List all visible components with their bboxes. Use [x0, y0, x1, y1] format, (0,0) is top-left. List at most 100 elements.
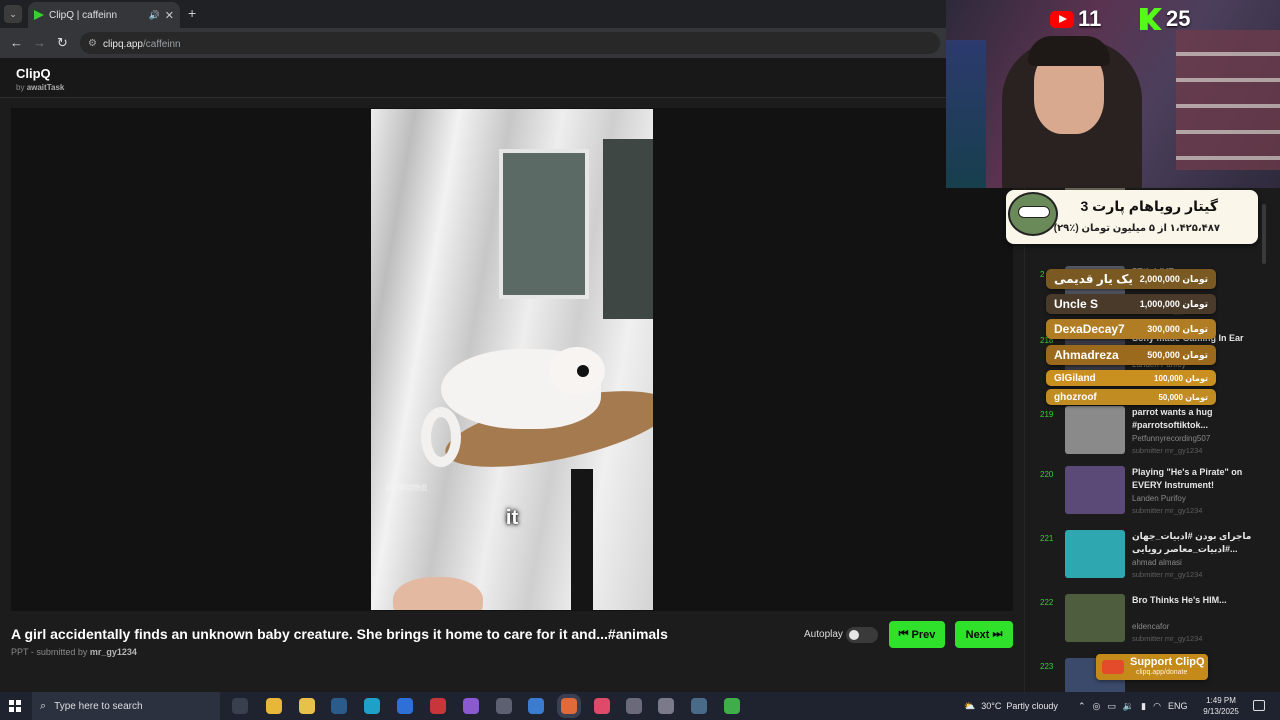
app-gear-icon[interactable]	[658, 698, 674, 714]
chevron-up-icon[interactable]: ⌃	[1078, 701, 1086, 712]
autoplay-toggle[interactable]	[846, 627, 878, 643]
donation-amount: 100,000 تومان	[1154, 373, 1208, 383]
webcam-overlay: 11 25	[946, 0, 1280, 188]
network-icon[interactable]: ▭	[1107, 701, 1116, 712]
youtube-count: 11	[1078, 6, 1102, 31]
chrome-icon[interactable]	[266, 698, 282, 714]
address-bar[interactable]: ⚙ clipq.app/caffeinn	[80, 32, 940, 54]
donation-goal: گیتار رویاهام پارت 3 ۱،۴۲۵،۴۸۷ از ۵ میلی…	[1006, 190, 1258, 244]
playlist-item[interactable]: 222 Bro Thinks He's HIM... eldencafor submi…	[1025, 594, 1280, 656]
playlist-item-number: 223	[1040, 662, 1054, 671]
tab-search-button[interactable]: ⌄	[4, 5, 22, 23]
pepe-emote-icon	[1008, 192, 1058, 236]
app-window-icon[interactable]	[691, 698, 707, 714]
video-frame[interactable]: @伊伊动物说 it	[371, 109, 653, 610]
clip-channel: PPT	[11, 647, 29, 657]
task-view-icon[interactable]	[232, 698, 248, 714]
weather-widget[interactable]: ⛅ 30°C Partly cloudy	[964, 692, 1058, 720]
close-tab-button[interactable]: ✕	[165, 9, 174, 22]
donation-amount: 500,000 تومان	[1147, 349, 1208, 360]
app-byline: by awaitTask	[16, 83, 64, 92]
playlist-scrollbar[interactable]	[1262, 204, 1266, 264]
video-player[interactable]: @伊伊动物说 it	[11, 108, 1013, 611]
file-explorer-icon[interactable]	[299, 698, 315, 714]
browser-toolbar: ← → ↻ ⚙ clipq.app/caffeinn	[0, 28, 946, 58]
notification-icon[interactable]	[1253, 700, 1265, 711]
chrome-green-icon[interactable]	[724, 698, 740, 714]
playlist-item-thumbnail[interactable]	[1065, 466, 1125, 514]
windows-taskbar: ⌕ Type here to search ⛅ 30°C Partly clou…	[0, 692, 1280, 720]
system-tray[interactable]: ⌃ ◎ ▭ 🔉 ▮ ◠ ENG	[1078, 692, 1187, 720]
prev-button[interactable]: ⏮ Prev	[889, 621, 945, 648]
app-logo[interactable]: ClipQ	[16, 66, 51, 81]
support-clipq-badge[interactable]: Support ClipQ clipq.app/donate	[1096, 654, 1208, 680]
playlist-item[interactable]: 219 parrot wants a hug #parrotsoftiktok..…	[1025, 406, 1280, 468]
donor-name: یک یار قدیمی	[1054, 272, 1133, 286]
steam-icon[interactable]	[331, 698, 347, 714]
wifi-icon[interactable]: ◠	[1153, 701, 1161, 712]
next-button[interactable]: Next ⏭	[955, 621, 1013, 648]
clock-time: 1:49 PM	[1206, 696, 1236, 705]
media-player-icon[interactable]	[626, 698, 642, 714]
playlist-item-thumbnail[interactable]	[1065, 530, 1125, 578]
app-red-icon[interactable]	[430, 698, 446, 714]
site-info-icon[interactable]: ⚙	[88, 38, 97, 49]
edge-icon[interactable]	[364, 698, 380, 714]
taskbar-search[interactable]: ⌕ Type here to search	[32, 692, 220, 720]
app-purple-icon[interactable]	[463, 698, 479, 714]
new-tab-button[interactable]: +	[188, 5, 196, 21]
tray-app-icon[interactable]: ◎	[1093, 701, 1101, 712]
weather-icon: ⛅	[964, 700, 976, 711]
app-l-icon[interactable]	[528, 698, 544, 714]
playlist-item-number: 219	[1040, 410, 1054, 419]
toggle-knob	[849, 630, 859, 640]
playlist-item-title[interactable]: Bro Thinks He's HIM...	[1132, 594, 1270, 607]
clip-title: A girl accidentally finds an unknown bab…	[11, 626, 668, 642]
donation-amount: 1,000,000 تومان	[1139, 298, 1208, 309]
playlist-item-submitter: submitter mr_gy1234	[1132, 446, 1203, 455]
playlist-item-thumbnail[interactable]	[1065, 594, 1125, 642]
playlist-item-title[interactable]: Playing "He's a Pirate" on EVERY Instrum…	[1132, 466, 1270, 491]
donation-amount: 2,000,000 تومان	[1139, 273, 1208, 284]
playlist-item-submitter: submitter mr_gy1234	[1132, 506, 1203, 515]
playlist-item[interactable]: 220 Playing "He's a Pirate" on EVERY Inst…	[1025, 466, 1280, 528]
forward-icon[interactable]: →	[33, 35, 46, 50]
playlist-item-submitter: submitter mr_gy1234	[1132, 570, 1203, 579]
playlist-item-author: ahmad almasi	[1132, 558, 1182, 567]
audio-wave-icon[interactable]	[496, 698, 512, 714]
speaker-icon[interactable]: 🔊	[149, 10, 160, 21]
language-indicator[interactable]: ENG	[1168, 701, 1188, 711]
playlist-item-number: 220	[1040, 470, 1054, 479]
back-icon[interactable]: ←	[10, 35, 23, 50]
donor-name: Uncle S	[1054, 297, 1099, 311]
playlist-item-thumbnail[interactable]	[1065, 406, 1125, 454]
playlist-item-author: Landen Purifoy	[1132, 494, 1186, 503]
support-title: Support ClipQ	[1130, 656, 1205, 668]
neon-light	[946, 40, 986, 188]
kick-count: 25	[1166, 6, 1191, 31]
app-blue-icon[interactable]	[397, 698, 413, 714]
video-watermark: @伊伊动物说	[385, 485, 428, 492]
byline-prefix: by	[16, 83, 25, 92]
windows-start-icon[interactable]	[9, 700, 21, 712]
playlist-item-title[interactable]: ماجرای بودن #ادبیات_جهان #ادبیات_معاصر ر…	[1132, 530, 1270, 555]
volume-icon[interactable]: 🔉	[1123, 701, 1134, 712]
playlist-sidebar[interactable]: submitter mr_gy123425Eth LIVE#musicianmo…	[1024, 188, 1280, 692]
donation-entry: DexaDecay7 300,000 تومان	[1046, 319, 1216, 339]
hand	[393, 577, 483, 610]
reload-icon[interactable]: ↻	[57, 35, 68, 51]
donor-name: ghozroof	[1054, 391, 1097, 403]
playlist-item-author: eldencafor	[1132, 622, 1170, 631]
playlist-item-title[interactable]: parrot wants a hug #parrotsoftiktok...	[1132, 406, 1270, 431]
donation-entry: Ahmadreza 500,000 تومان	[1046, 345, 1216, 365]
playlist-item[interactable]: 221 ماجرای بودن #ادبیات_جهان #ادبیات_معاص…	[1025, 530, 1280, 592]
tab-clipq[interactable]: ClipQ | caffeinn 🔊 ✕	[28, 2, 180, 28]
chrome-active-icon[interactable]	[561, 698, 577, 714]
figure-shelf	[1176, 30, 1280, 170]
taskbar-clock[interactable]: 1:49 PM 9/13/2025	[1196, 695, 1246, 717]
clipq-favicon-icon	[34, 10, 44, 20]
chrome-profile-icon[interactable]	[594, 698, 610, 714]
donation-entry: یک یار قدیمی 2,000,000 تومان	[1046, 269, 1216, 289]
autoplay-label: Autoplay	[804, 629, 843, 640]
battery-icon[interactable]: ▮	[1141, 701, 1146, 712]
